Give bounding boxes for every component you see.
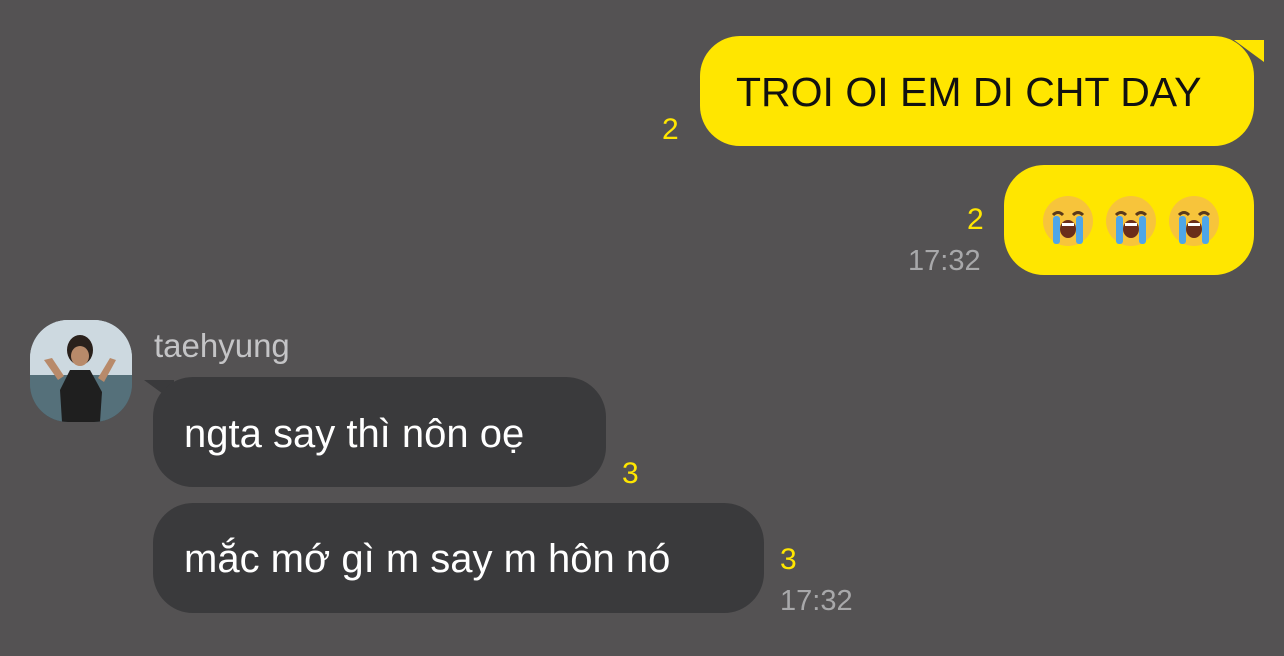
- message-bubble-incoming[interactable]: ngta say thì nôn oẹ: [153, 377, 606, 487]
- message-text: ngta say thì nôn oẹ: [184, 412, 525, 456]
- loudly-crying-face-icon: [1169, 196, 1219, 246]
- avatar-photo: [30, 320, 132, 422]
- bubble-tail: [1234, 40, 1264, 62]
- message-text: mắc mớ gì m say m hôn nó: [184, 537, 671, 581]
- message-timestamp: 17:32: [908, 245, 981, 277]
- loudly-crying-face-icon: [1106, 196, 1156, 246]
- message-bubble-outgoing[interactable]: [1004, 165, 1254, 275]
- unread-count: 2: [662, 113, 679, 146]
- unread-count: 2: [967, 203, 984, 236]
- message-bubble-outgoing[interactable]: TROI OI EM DI CHT DAY: [700, 36, 1254, 146]
- loudly-crying-face-icon: [1043, 196, 1093, 246]
- unread-count: 3: [622, 457, 639, 490]
- message-text: TROI OI EM DI CHT DAY: [736, 69, 1202, 115]
- avatar[interactable]: [30, 320, 132, 422]
- unread-count: 3: [780, 543, 797, 576]
- message-timestamp: 17:32: [780, 585, 853, 617]
- message-bubble-incoming[interactable]: mắc mớ gì m say m hôn nó: [153, 503, 764, 613]
- sender-name: taehyung: [154, 327, 290, 364]
